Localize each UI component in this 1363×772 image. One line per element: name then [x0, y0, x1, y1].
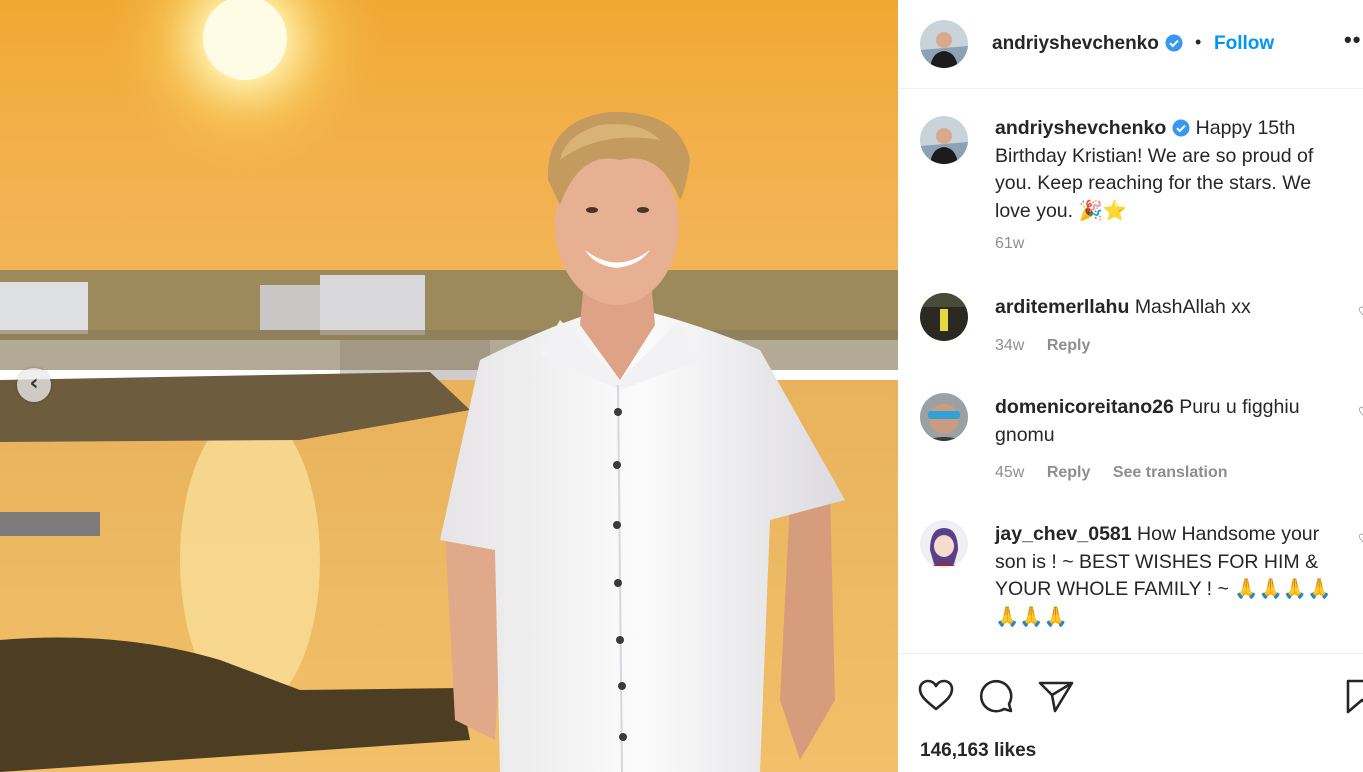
see-translation-button[interactable]: See translation	[1113, 464, 1228, 481]
comment-timestamp[interactable]: 45w	[995, 464, 1024, 481]
more-options-icon[interactable]: ••	[1344, 27, 1361, 53]
commenter-avatar[interactable]	[920, 393, 968, 441]
caption-timestamp[interactable]: 61w	[995, 235, 1024, 252]
commenter-avatar-image	[920, 520, 968, 568]
comment-timestamp[interactable]: 34w	[995, 337, 1024, 354]
comment-like-icon[interactable]: ♡	[1358, 304, 1363, 321]
verified-badge-icon	[1172, 119, 1190, 137]
comment-meta: 34w Reply	[995, 337, 1108, 355]
commenter-username[interactable]: arditemerllahu	[995, 296, 1129, 318]
post-header: andriyshevchenko • Follow ••	[898, 0, 1363, 89]
caption-author-avatar[interactable]	[920, 116, 968, 164]
comment-icon[interactable]	[976, 676, 1016, 716]
comment-meta: 45w Reply See translation	[995, 464, 1246, 482]
caption-username[interactable]: andriyshevchenko	[995, 117, 1166, 139]
comment-text: arditemerllahu MashAllah xx	[995, 294, 1340, 322]
reply-button[interactable]: Reply	[1047, 337, 1091, 354]
author-username[interactable]: andriyshevchenko	[992, 33, 1183, 55]
commenter-avatar-image	[920, 293, 968, 341]
caption-avatar-image	[920, 116, 968, 164]
reply-button[interactable]: Reply	[1047, 464, 1091, 481]
comment-like-icon[interactable]: ♡	[1358, 404, 1363, 421]
commenter-avatar[interactable]	[920, 520, 968, 568]
separator-dot: •	[1195, 32, 1202, 52]
heart-icon[interactable]	[916, 676, 956, 716]
commenter-avatar[interactable]	[920, 293, 968, 341]
paper-plane-icon[interactable]	[1036, 676, 1076, 716]
likes-count[interactable]: 146,163 likes	[920, 740, 1036, 762]
verified-badge-icon	[1165, 34, 1183, 52]
post-actions-footer: 146,163 likes	[898, 653, 1363, 772]
comment-text: jay_chev_0581 How Handsome your son is !…	[995, 521, 1340, 631]
sunset-portrait-image	[0, 0, 898, 772]
author-avatar-image	[920, 20, 968, 68]
commenter-username[interactable]: jay_chev_0581	[995, 523, 1132, 545]
commenter-avatar-image	[920, 393, 968, 441]
chevron-left-icon: ‹	[29, 370, 39, 396]
comments-list[interactable]: andriyshevchenko Happy 15th Birthday Kri…	[898, 89, 1363, 652]
commenter-username[interactable]: domenicoreitano26	[995, 396, 1174, 418]
comment-like-icon[interactable]: ♡	[1358, 531, 1363, 548]
caption-text: andriyshevchenko Happy 15th Birthday Kri…	[995, 115, 1340, 225]
comment-body: MashAllah xx	[1134, 296, 1251, 318]
follow-button[interactable]: Follow	[1214, 33, 1274, 55]
author-avatar[interactable]	[920, 20, 968, 68]
previous-photo-button[interactable]: ‹	[17, 368, 51, 402]
post-side-panel: andriyshevchenko • Follow •• andriyshevc…	[898, 0, 1363, 772]
post-photo: ‹	[0, 0, 898, 772]
comment-text: domenicoreitano26 Puru u figghiu gnomu	[995, 394, 1340, 449]
caption-meta: 61w	[995, 235, 1042, 253]
bookmark-icon[interactable]	[1342, 676, 1363, 716]
